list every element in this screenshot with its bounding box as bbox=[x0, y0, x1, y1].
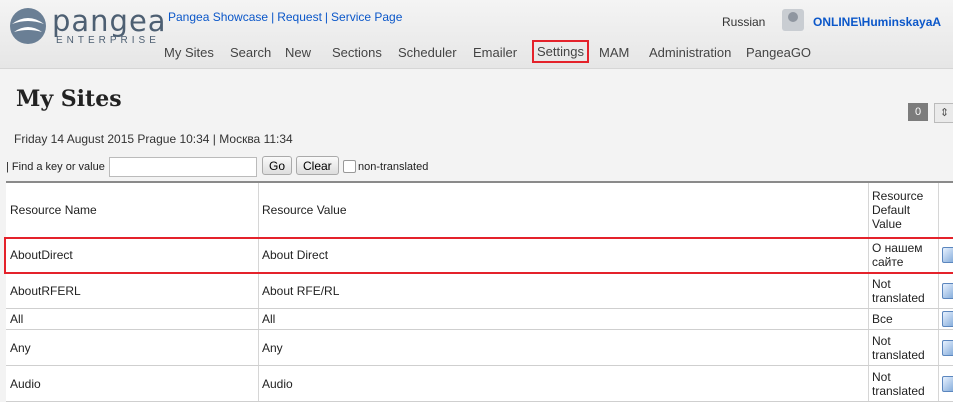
header-resource-default: Resource Default Value bbox=[872, 189, 924, 231]
link-request[interactable]: Request bbox=[277, 10, 322, 24]
nav-emailer[interactable]: Emailer bbox=[473, 45, 517, 60]
clear-button[interactable]: Clear bbox=[296, 156, 339, 175]
go-button[interactable]: Go bbox=[262, 156, 293, 175]
resource-value-cell: Any bbox=[262, 340, 283, 355]
non-translated-checkbox[interactable] bbox=[343, 160, 356, 173]
resource-default-cell: Not translated bbox=[872, 276, 925, 305]
resource-table: Resource Name Resource Value Resource De… bbox=[6, 181, 953, 402]
resource-name-cell: All bbox=[10, 312, 24, 326]
filter-label: | Find a key or value bbox=[6, 161, 105, 173]
header-resource-name: Resource Name bbox=[10, 203, 97, 217]
nav-settings[interactable]: Settings bbox=[532, 40, 589, 63]
nav-mam[interactable]: MAM bbox=[599, 45, 629, 60]
user-name-link[interactable]: ONLINE\HuminskayaA bbox=[813, 15, 941, 29]
resource-default-cell: Not translated bbox=[872, 333, 925, 362]
brand-name: pangea bbox=[52, 4, 167, 38]
top-header: pangea ENTERPRISE Pangea Showcase | Reques… bbox=[0, 0, 953, 69]
nav-scheduler[interactable]: Scheduler bbox=[398, 45, 457, 60]
nav-administration[interactable]: Administration bbox=[649, 45, 731, 60]
table-row[interactable]: Any Any Not translated bbox=[6, 330, 953, 366]
edit-icon[interactable] bbox=[942, 339, 953, 356]
edit-icon[interactable] bbox=[942, 282, 953, 299]
language-selector[interactable]: Russian bbox=[722, 15, 765, 29]
non-translated-label: non-translated bbox=[358, 161, 429, 173]
count-badge: 0 bbox=[908, 103, 928, 121]
resource-default-cell: Все bbox=[872, 312, 893, 326]
table-row[interactable]: Audio Audio Not translated bbox=[6, 366, 953, 402]
user-avatar bbox=[782, 9, 804, 31]
collapse-icon[interactable]: ⇕ bbox=[934, 103, 953, 123]
page-title: My Sites bbox=[16, 86, 122, 112]
table-row[interactable]: AboutRFERL About RFE/RL Not translated bbox=[6, 273, 953, 309]
resource-value-cell: About RFE/RL bbox=[262, 283, 340, 298]
nav-search[interactable]: Search bbox=[230, 45, 271, 60]
date-time-line: Friday 14 August 2015 Prague 10:34 | Мос… bbox=[14, 132, 293, 146]
header-resource-value: Resource Value bbox=[262, 203, 347, 217]
nav-new[interactable]: New bbox=[285, 45, 311, 60]
brand-subtitle: ENTERPRISE bbox=[56, 35, 160, 46]
pangea-globe-icon bbox=[10, 8, 46, 44]
resource-name-cell: Any bbox=[10, 340, 31, 355]
nav-pangeago[interactable]: PangeaGO bbox=[746, 45, 811, 60]
resource-value-cell: All bbox=[262, 312, 276, 326]
nav-my-sites[interactable]: My Sites bbox=[164, 45, 214, 60]
edit-icon[interactable] bbox=[942, 311, 953, 327]
resource-name-cell: AboutRFERL bbox=[10, 283, 81, 298]
find-key-input[interactable] bbox=[109, 157, 257, 177]
link-service-page[interactable]: Service Page bbox=[331, 10, 402, 24]
edit-icon[interactable] bbox=[942, 375, 953, 392]
nav-sections[interactable]: Sections bbox=[332, 45, 382, 60]
table-header-row: Resource Name Resource Value Resource De… bbox=[6, 183, 953, 238]
row-highlight-box bbox=[4, 237, 953, 274]
table-row[interactable]: All All Все bbox=[6, 309, 953, 330]
link-pangea-showcase[interactable]: Pangea Showcase bbox=[168, 10, 268, 24]
pangea-logo[interactable]: pangea ENTERPRISE bbox=[6, 4, 166, 48]
top-links: Pangea Showcase | Request | Service Page bbox=[168, 10, 403, 24]
